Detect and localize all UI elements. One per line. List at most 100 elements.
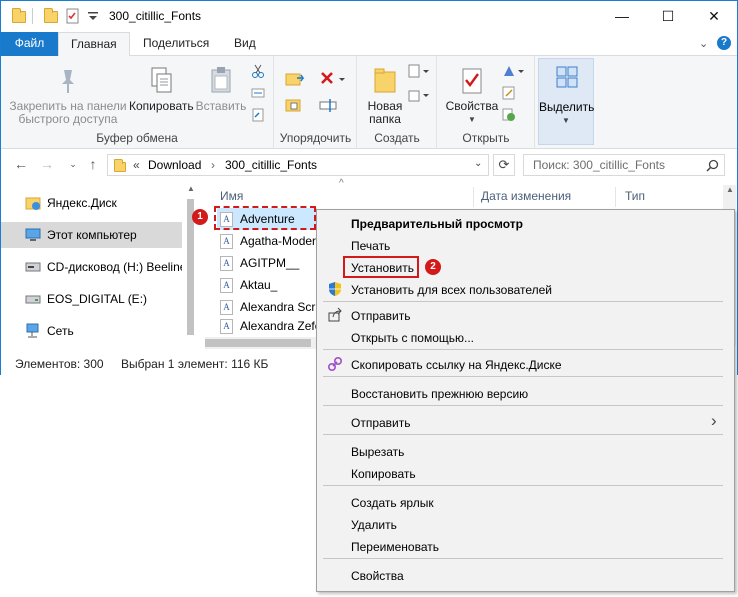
column-divider[interactable] — [615, 187, 616, 207]
back-arrow-icon[interactable]: ← — [13, 156, 29, 172]
nav-item-eos-digital[interactable]: EOS_DIGITAL (E:) — [1, 286, 182, 312]
maximize-button[interactable]: ☐ — [645, 1, 691, 31]
menu-item-create-shortcut[interactable]: Создать ярлык — [351, 496, 434, 510]
clipboard-group-label: Буфер обмена — [96, 131, 178, 145]
select-button[interactable]: Выделить ▼ — [538, 58, 594, 145]
recent-locations-icon[interactable]: ⌄ — [65, 156, 81, 172]
menu-item-rename[interactable]: Переименовать — [351, 540, 439, 554]
file-name: Alexandra Script — [240, 300, 317, 314]
menu-separator — [323, 485, 723, 486]
menu-item-copy[interactable]: Копировать — [351, 467, 416, 481]
help-icon[interactable]: ? — [717, 36, 731, 50]
yandex-disk-icon — [25, 197, 41, 210]
collapse-ribbon-icon[interactable]: ⌄ — [699, 37, 708, 50]
menu-item-cut[interactable]: Вырезать — [351, 445, 404, 459]
file-row-alexandra-zeferino[interactable]: A Alexandra Zeferino — [217, 315, 317, 335]
copy-path-icon[interactable] — [251, 86, 265, 100]
menu-item-restore-previous[interactable]: Восстановить прежнюю версию — [351, 387, 528, 401]
pin-icon — [62, 70, 74, 93]
menu-item-print[interactable]: Печать — [351, 239, 390, 253]
column-date-modified[interactable]: Дата изменения — [481, 189, 571, 203]
open-icon[interactable] — [502, 64, 526, 78]
menu-separator — [323, 376, 723, 377]
search-placeholder: Поиск: 300_citillic_Fonts — [533, 158, 665, 172]
nav-item-label: Сеть — [47, 324, 74, 338]
font-file-icon: A — [220, 319, 233, 334]
copy-to-icon[interactable] — [285, 96, 307, 112]
breadcrumb-current[interactable]: 300_citillic_Fonts — [225, 158, 317, 172]
menu-item-share[interactable]: Отправить — [351, 309, 411, 323]
file-row-agatha-modern[interactable]: A Agatha-Modern — [217, 230, 317, 252]
properties-button[interactable]: Свойства ▼ — [442, 66, 502, 126]
menu-item-copy-yandex-link[interactable]: Скопировать ссылку на Яндекс.Диске — [351, 358, 562, 372]
forward-arrow-icon[interactable]: → — [39, 156, 55, 172]
address-dropdown-icon[interactable]: ⌄ — [474, 158, 482, 169]
scroll-up-icon[interactable]: ▲ — [187, 184, 195, 193]
checklist-icon[interactable] — [65, 8, 81, 24]
menu-item-install-all-users[interactable]: Установить для всех пользователей — [351, 283, 552, 297]
tab-home[interactable]: Главная — [58, 32, 130, 57]
paste-button[interactable]: Вставить — [195, 66, 247, 113]
copy-icon — [151, 67, 172, 93]
menu-item-delete[interactable]: Удалить — [351, 518, 397, 532]
up-arrow-icon[interactable]: ↑ — [85, 156, 101, 172]
history-icon[interactable] — [502, 108, 516, 122]
delete-icon[interactable] — [319, 70, 349, 84]
easy-access-icon[interactable] — [408, 88, 430, 102]
nav-item-label: Этот компьютер — [47, 228, 137, 242]
new-item-icon[interactable] — [408, 64, 430, 78]
file-row-agitpm[interactable]: A AGITPM__ — [217, 252, 317, 274]
copy-label: Копировать — [129, 99, 194, 113]
file-name: AGITPM__ — [240, 256, 300, 270]
breadcrumb-overflow[interactable]: « — [133, 158, 140, 172]
copy-button[interactable]: Копировать — [129, 66, 194, 113]
refresh-button[interactable]: ⟳ — [493, 154, 515, 176]
sort-ascending-icon: ^ — [339, 178, 344, 189]
open-group: Свойства ▼ Открыть — [438, 56, 535, 149]
tab-file[interactable]: Файл — [1, 32, 58, 56]
move-to-icon[interactable] — [285, 70, 307, 86]
minimize-button[interactable]: — — [599, 1, 645, 31]
file-name: Agatha-Modern — [240, 234, 317, 248]
rename-icon[interactable] — [319, 96, 341, 112]
shield-icon — [329, 282, 341, 296]
paste-icon — [211, 67, 231, 93]
new-folder-label-2: папка — [369, 112, 401, 126]
cd-drive-icon — [25, 262, 41, 272]
close-button[interactable]: ✕ — [691, 1, 737, 31]
column-divider[interactable] — [473, 187, 474, 207]
menu-item-open-with[interactable]: Открыть с помощью... — [351, 331, 474, 345]
cut-icon[interactable] — [251, 64, 265, 78]
properties-quick-icon[interactable] — [43, 8, 59, 24]
breadcrumb-download[interactable]: Download — [148, 158, 201, 172]
computer-icon — [25, 228, 41, 241]
tab-share[interactable]: Поделиться — [131, 32, 221, 56]
customize-quick-access-icon[interactable] — [85, 8, 101, 24]
pin-label-1: Закрепить на панели — [9, 99, 127, 113]
file-row-aktau[interactable]: A Aktau_ — [217, 274, 317, 296]
edit-icon[interactable] — [502, 86, 516, 100]
nav-item-cd-drive[interactable]: CD-дисковод (H:) Beeline — [1, 254, 182, 280]
paste-shortcut-icon[interactable] — [251, 108, 265, 122]
horizontal-scroll-thumb[interactable] — [205, 339, 311, 347]
font-file-icon: A — [220, 256, 233, 271]
search-input[interactable]: Поиск: 300_citillic_Fonts — [523, 154, 725, 176]
properties-label: Свойства — [445, 99, 499, 113]
menu-item-send-to[interactable]: Отправить — [351, 416, 411, 430]
window-title: 300_citillic_Fonts — [109, 9, 202, 23]
nav-item-network[interactable]: Сеть — [1, 318, 182, 344]
menu-item-properties[interactable]: Свойства — [351, 569, 404, 583]
address-bar[interactable]: « Download › 300_citillic_Fonts ⌄ — [107, 154, 489, 176]
scroll-up-icon[interactable]: ▲ — [726, 185, 734, 194]
item-count: Элементов: 300 — [15, 357, 104, 371]
paste-label: Вставить — [195, 99, 247, 113]
new-folder-button[interactable]: Новая папка — [362, 66, 408, 126]
column-type[interactable]: Тип — [625, 189, 645, 203]
nav-item-yandex-disk[interactable]: Яндекс.Диск — [1, 190, 182, 216]
pin-to-quick-access-button[interactable]: Закрепить на панели быстрого доступа — [9, 66, 127, 126]
nav-item-label: CD-дисковод (H:) Beeline — [47, 260, 182, 274]
column-name[interactable]: Имя — [220, 189, 243, 203]
menu-item-preview[interactable]: Предварительный просмотр — [351, 217, 523, 231]
nav-item-this-pc[interactable]: Этот компьютер — [1, 222, 182, 248]
tab-view[interactable]: Вид — [222, 32, 268, 56]
